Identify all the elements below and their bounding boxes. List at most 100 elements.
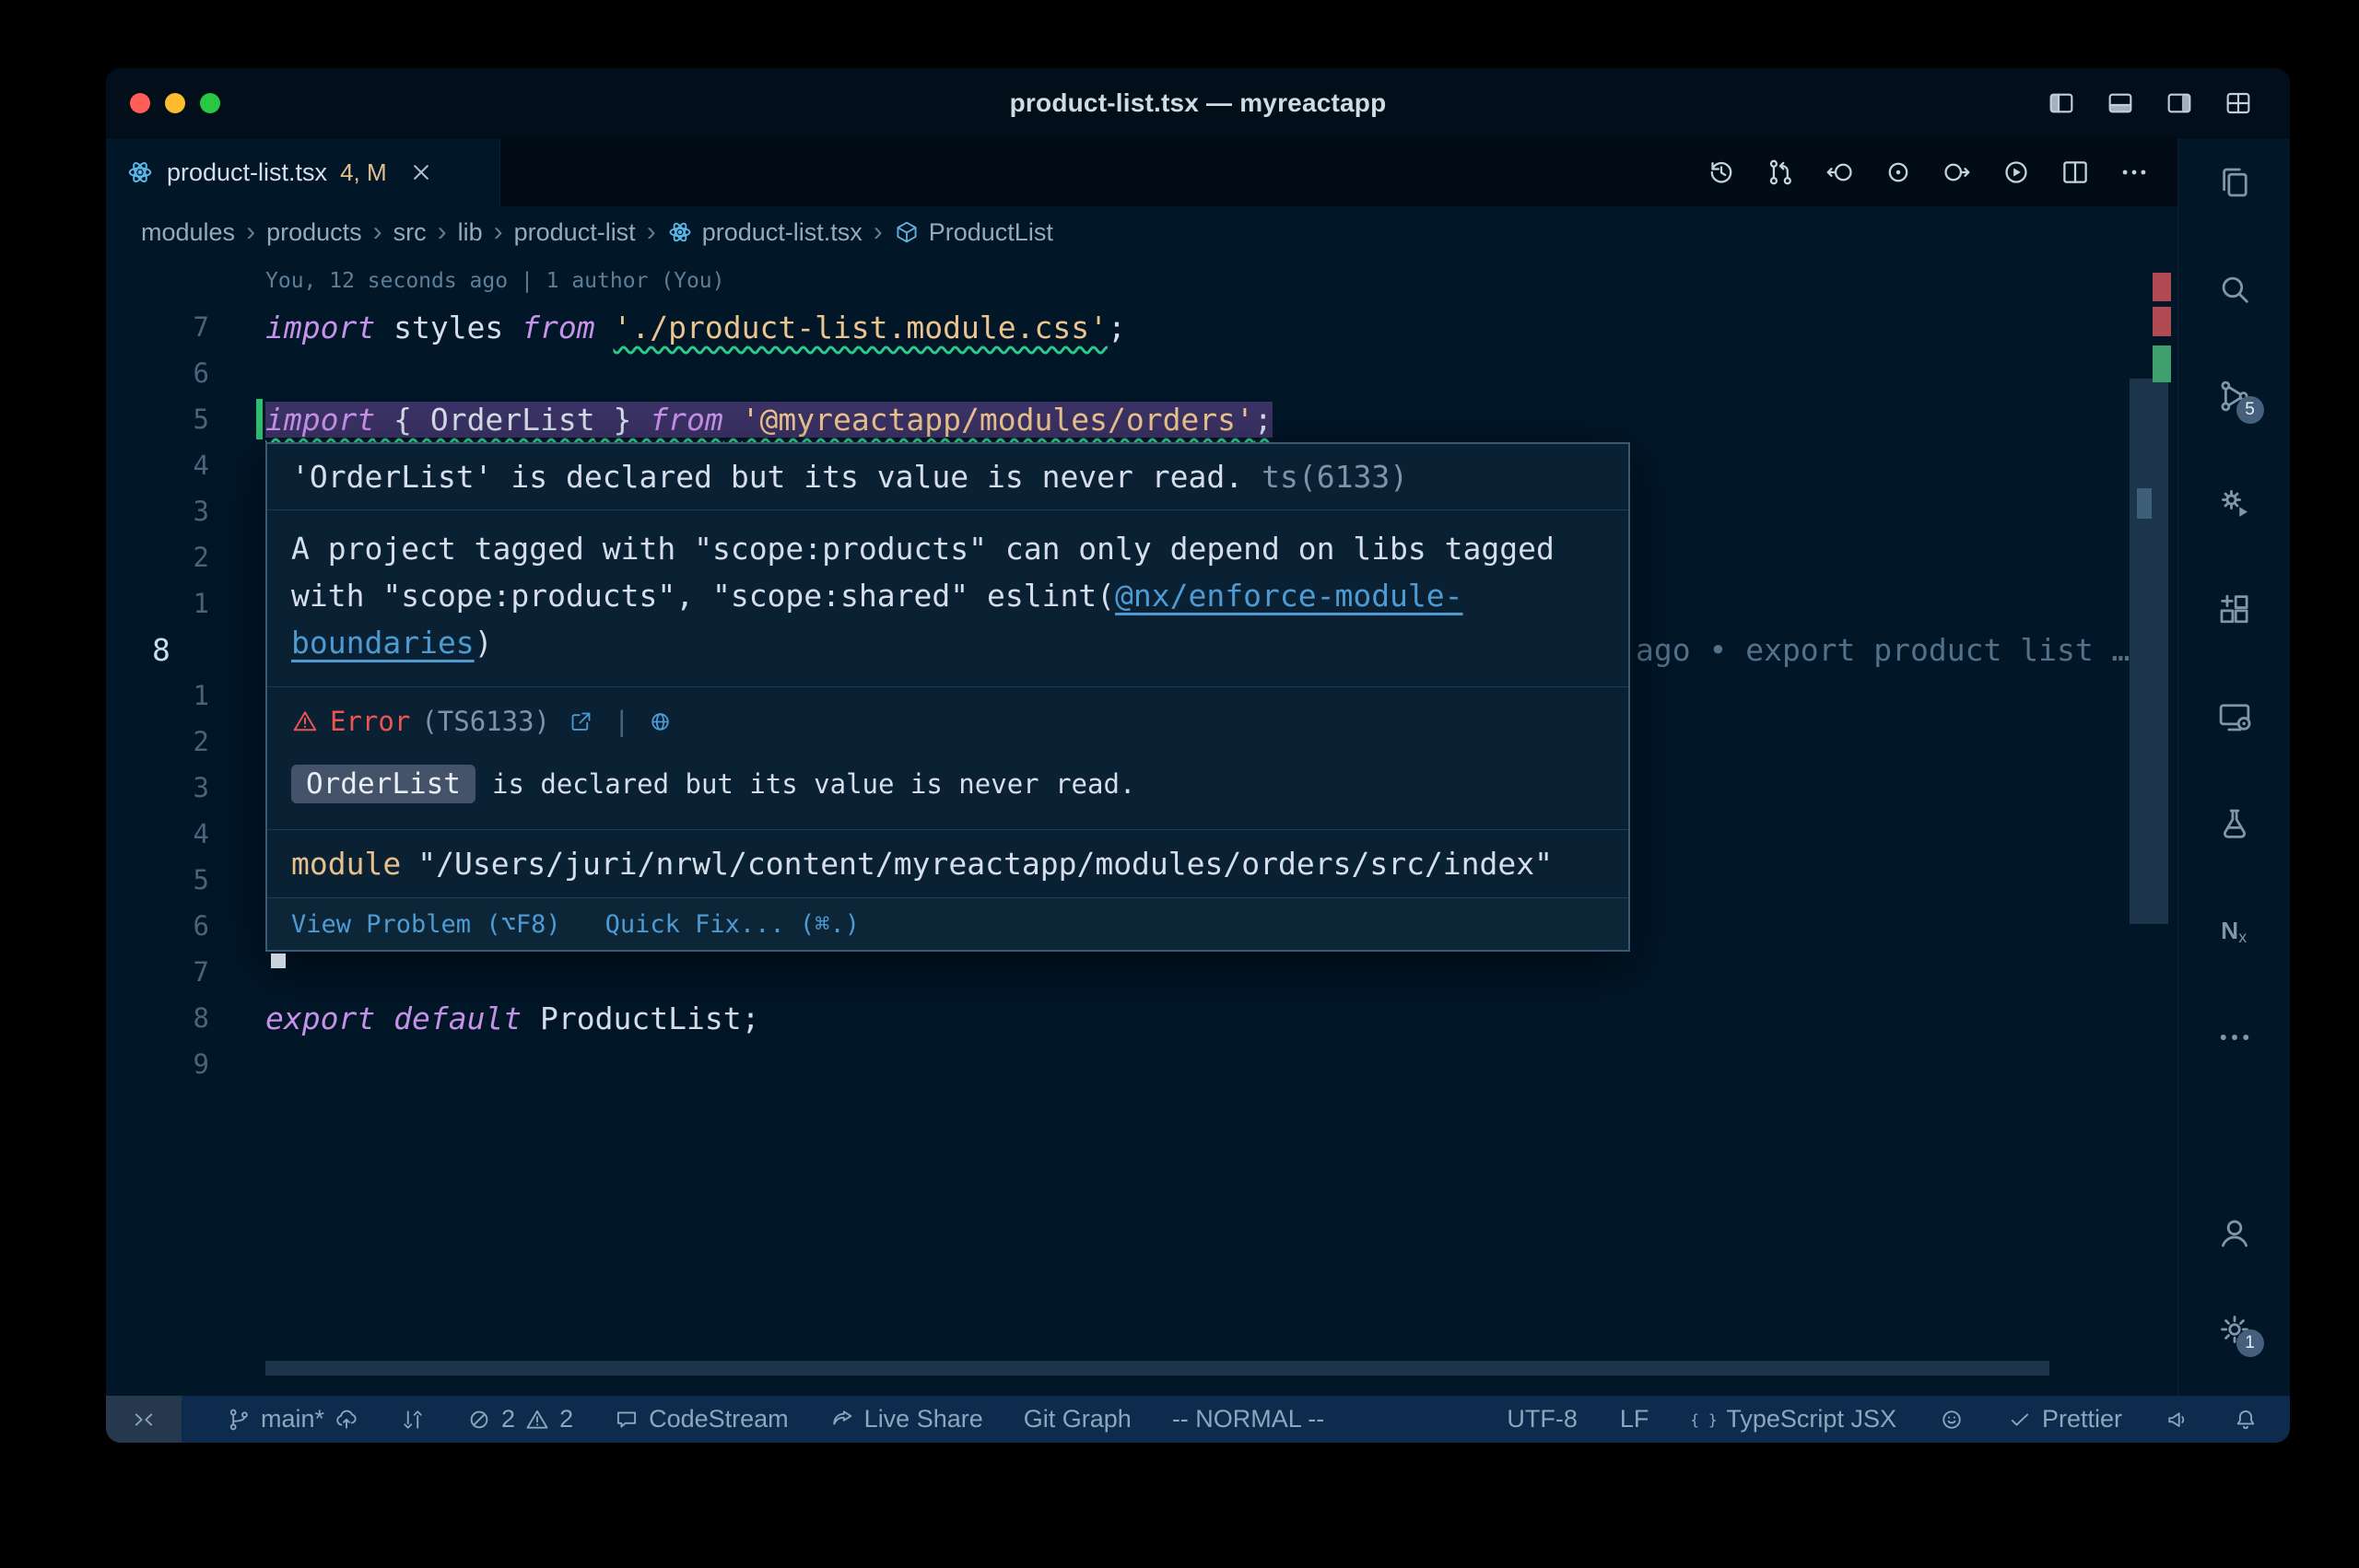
status-item-notifications[interactable] [2233,1396,2259,1443]
code-text[interactable]: export default ProductList; [265,1000,759,1036]
zoom-window-button[interactable] [200,93,220,113]
status-item-git-branch[interactable]: main* [226,1396,359,1443]
popup-resize-grip[interactable] [271,954,286,968]
layout-left-icon[interactable] [2047,88,2076,118]
activity-item-additional-views[interactable] [2214,1017,2255,1058]
breadcrumb-separator: › [874,216,883,248]
compare-icon [400,1407,426,1433]
status-label: LF [1620,1405,1649,1433]
breadcrumb-item-src[interactable]: src [393,218,427,247]
line-number: 2 [106,542,265,573]
popup-eslint-message: A project tagged with "scope:products" c… [267,510,1628,687]
status-item-codestream[interactable]: CodeStream [614,1396,789,1443]
svg-text:N: N [2221,917,2238,944]
breadcrumb-item-productlist[interactable]: ProductList [894,218,1053,247]
hover-diagnostics-popup: 'OrderList' is declared but its value is… [265,442,1630,952]
status-item-remote-indicator[interactable] [106,1396,182,1443]
globe-icon[interactable] [648,709,673,734]
status-item-compare-changes[interactable] [400,1396,426,1443]
status-item-announcement[interactable] [2165,1396,2190,1443]
layout-panel-icon[interactable] [2106,88,2135,118]
breadcrumb-label: lib [458,218,483,247]
history-icon[interactable] [1706,157,1737,188]
braces-icon: { } [1691,1407,1717,1433]
status-item-feedback[interactable] [1939,1396,1965,1443]
activity-item-source-control-graph[interactable]: 5 [2214,376,2255,416]
overview-ruler-error-marker [2153,273,2171,301]
horizontal-scrollbar[interactable] [265,1361,2049,1375]
status-item-git-graph[interactable]: Git Graph [1024,1396,1132,1443]
status-item-problems[interactable]: 22 [466,1396,573,1443]
overview-ruler-cursor-marker [2137,488,2152,519]
code-text[interactable]: import styles from './product-list.modul… [265,310,1126,345]
activity-item-nx-console[interactable]: Nx [2214,910,2255,951]
compare-changes-icon[interactable] [1765,157,1796,188]
tab-bar: product-list.tsx 4, M [106,138,2177,206]
activity-item-run-and-debug[interactable] [2214,483,2255,523]
overview-ruler-error-marker [2153,307,2171,336]
nx-enforce-module-boundaries-link-2[interactable]: boundaries [291,625,475,661]
previous-change-icon[interactable] [1824,157,1855,188]
line-number: 9 [106,1048,265,1080]
editor-pane[interactable]: You, 12 seconds ago | 1 author (You)7imp… [106,258,2177,1396]
run-icon[interactable] [2001,157,2032,188]
check-icon [2007,1407,2033,1433]
symbol-box-icon [894,219,920,245]
tab-decorations: 4, M [340,158,387,187]
vertical-scrollbar[interactable] [2130,379,2168,924]
status-item-vim-mode[interactable]: -- NORMAL -- [1172,1396,1324,1443]
line-number: 8 [106,632,265,668]
status-label: Prettier [2042,1405,2122,1433]
codelens-blame[interactable]: You, 12 seconds ago | 1 author (You) [265,269,725,293]
editor-line: You, 12 seconds ago | 1 author (You) [106,258,2177,304]
close-window-button[interactable] [130,93,150,113]
breadcrumb-item-lib[interactable]: lib [458,218,483,247]
more-actions-icon[interactable] [2118,157,2150,188]
status-label: TypeScript JSX [1726,1405,1896,1433]
breadcrumb-item-products[interactable]: products [266,218,362,247]
activity-item-extensions[interactable] [2214,590,2255,630]
line-number: 2 [106,726,265,757]
breadcrumb: modules›products›src›lib›product-list›pr… [106,206,2177,258]
breadcrumb-item-product-list[interactable]: product-list [514,218,636,247]
breadcrumb-label: product-list.tsx [702,218,863,247]
status-item-prettier[interactable]: Prettier [2007,1396,2122,1443]
editor-line: 5import { OrderList } from '@myreactapp/… [106,396,2177,442]
changes-icon[interactable] [1883,157,1914,188]
activity-item-manage[interactable]: 1 [2214,1309,2255,1350]
activity-item-accounts[interactable] [2214,1212,2255,1253]
tab-product-list[interactable]: product-list.tsx 4, M [106,138,500,206]
editor-line: 8export default ProductList; [106,995,2177,1041]
layout-right-icon[interactable] [2165,88,2194,118]
react-icon [667,219,693,245]
git-added-gutter-bar [256,399,263,439]
badge: 1 [2236,1329,2264,1357]
open-error-docs-icon[interactable] [569,709,593,734]
status-item-encoding[interactable]: UTF-8 [1507,1396,1578,1443]
status-item-live-share[interactable]: Live Share [829,1396,983,1443]
activity-item-testing[interactable] [2214,803,2255,844]
activity-item-remote-explorer[interactable] [2214,696,2255,737]
split-editor-icon[interactable] [2060,157,2091,188]
bell-icon [2233,1407,2259,1433]
nx-enforce-module-boundaries-link[interactable]: @nx/enforce-module- [1115,578,1463,614]
minimize-window-button[interactable] [165,93,185,113]
status-item-language-mode[interactable]: { } TypeScript JSX [1691,1396,1896,1443]
line-number: 7 [106,956,265,988]
next-change-icon[interactable] [1942,157,1973,188]
code-text[interactable]: import { OrderList } from '@myreactapp/m… [265,402,1273,438]
editor-line: 7import styles from './product-list.modu… [106,304,2177,350]
status-item-end-of-line[interactable]: LF [1620,1396,1649,1443]
breadcrumb-label: src [393,218,427,247]
layout-grid-icon[interactable] [2224,88,2253,118]
activity-item-explorer[interactable] [2214,162,2255,203]
popup-module-path: module"/Users/juri/nrwl/content/myreacta… [267,830,1628,898]
breadcrumb-item-modules[interactable]: modules [141,218,235,247]
view-problem-action[interactable]: View Problem (⌥F8) [291,910,561,939]
breadcrumb-item-product-list-tsx[interactable]: product-list.tsx [667,218,863,247]
quick-fix-action[interactable]: Quick Fix... (⌘.) [605,910,860,939]
gear-play-icon [2215,484,2254,522]
close-tab-icon[interactable] [407,158,435,186]
activity-item-search[interactable] [2214,269,2255,310]
activity-bar: 5 Nx 1 [2177,138,2290,1396]
